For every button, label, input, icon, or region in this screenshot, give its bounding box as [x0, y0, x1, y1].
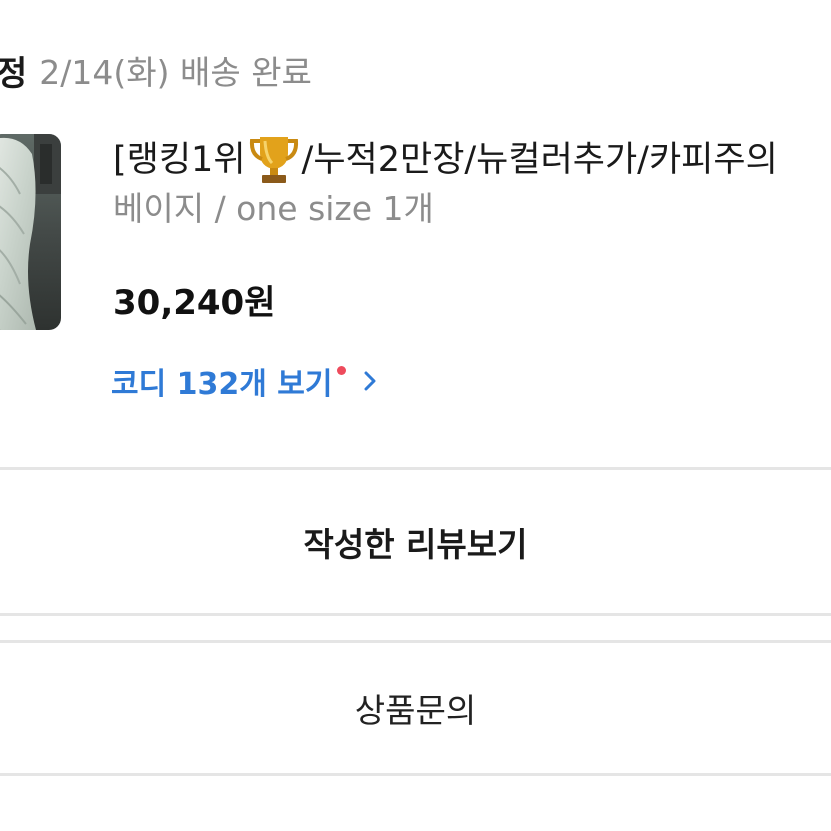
product-thumbnail[interactable] [0, 134, 61, 330]
order-status-prefix: 정 [0, 53, 28, 94]
delivery-status-row: 정 2/14(화) 배송 완료 [0, 40, 312, 100]
new-indicator-dot [336, 365, 346, 375]
product-option: 베이지 / one size 1개 [113, 189, 434, 228]
product-title-part1: [랭킹1위 [113, 140, 246, 180]
view-my-review-button[interactable]: 작성한 리뷰보기 [0, 470, 831, 614]
product-inquiry-label: 상품문의 [354, 691, 477, 730]
product-photo [0, 134, 61, 330]
chevron-right-icon [364, 371, 376, 391]
product-price: 30,240원 [113, 283, 276, 323]
divider [0, 613, 831, 616]
coordi-link[interactable]: 코디 132개 보기 [111, 356, 378, 406]
product-inquiry-button[interactable]: 상품문의 [0, 643, 831, 773]
product-title-part2: /누적2만장/뉴컬러추가/카피주의 [301, 140, 778, 180]
delivery-status-text: 2/14(화) 배송 완료 [39, 53, 312, 92]
coordi-link-label: 코디 132개 보기 [111, 367, 333, 402]
trophy-icon [249, 137, 298, 183]
view-my-review-label: 작성한 리뷰보기 [303, 525, 528, 564]
divider [0, 773, 831, 776]
product-title[interactable]: [랭킹1위 /누적2만장/뉴컬러추가/카피주의 [113, 130, 778, 190]
